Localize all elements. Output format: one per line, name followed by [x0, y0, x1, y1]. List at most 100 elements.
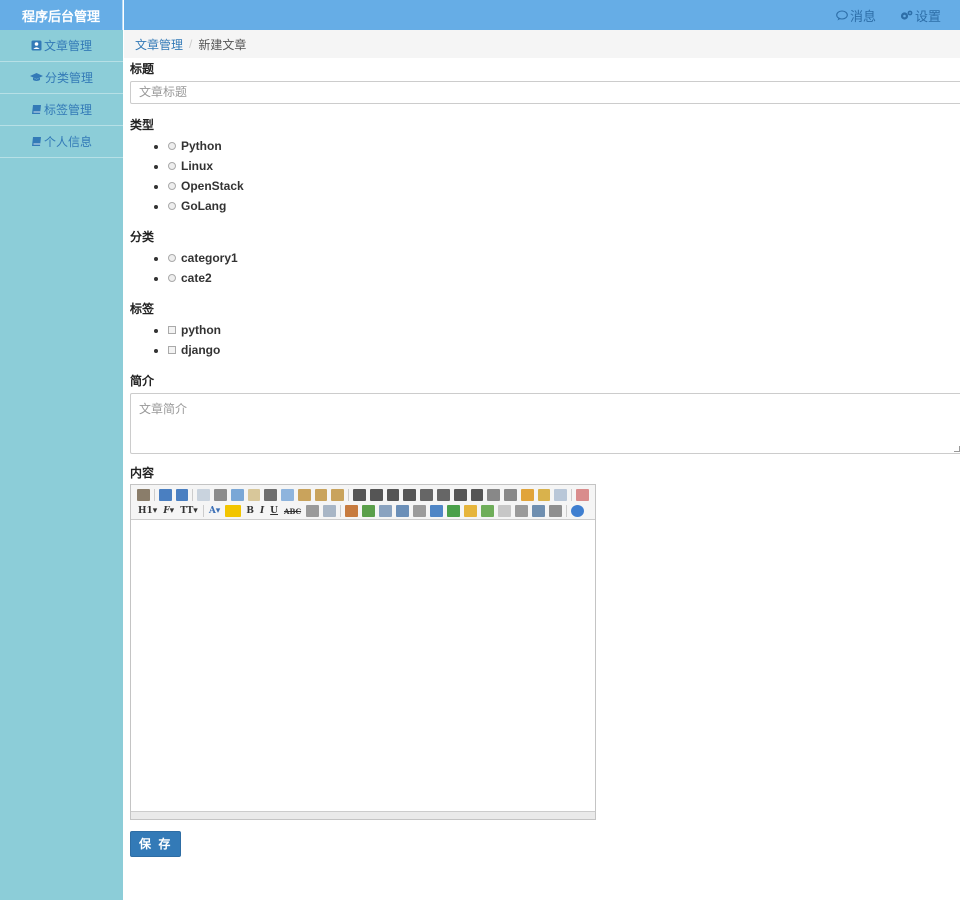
emoticon-icon[interactable] — [464, 505, 478, 517]
print-icon[interactable] — [214, 489, 227, 501]
category-radio[interactable] — [168, 253, 176, 262]
sidebar-item-label: 分类管理 — [44, 71, 93, 85]
undo-icon[interactable] — [158, 489, 172, 501]
help-icon[interactable] — [571, 505, 585, 517]
summary-textarea[interactable]: 文章简介 — [130, 393, 960, 454]
article-form: 标题 文章标题 类型 Python Linux OpenStack GoLang… — [130, 58, 960, 857]
editor-content-area[interactable] — [131, 520, 595, 812]
breadcrumb: 文章管理 / 新建文章 — [124, 30, 960, 58]
align-left-icon[interactable] — [353, 489, 366, 501]
horizontal-rule-icon[interactable] — [447, 505, 461, 517]
messages-link[interactable]: 消息 — [836, 0, 876, 30]
bold-icon[interactable]: B — [246, 506, 254, 516]
summary-label: 简介 — [130, 374, 155, 388]
save-button[interactable]: 保 存 — [130, 831, 182, 857]
option-label: django — [181, 343, 221, 357]
sidebar-item-label: 标签管理 — [43, 103, 92, 117]
list-item: Python — [168, 136, 960, 156]
flash-icon[interactable] — [362, 505, 376, 517]
underline-icon[interactable]: U — [270, 506, 278, 516]
type-radio[interactable] — [168, 201, 176, 210]
sidebar-item-articles[interactable]: 文章管理 — [0, 30, 123, 62]
unlink-icon[interactable] — [549, 505, 563, 517]
indent-icon[interactable] — [453, 489, 467, 501]
type-radio[interactable] — [168, 161, 176, 170]
image-icon[interactable] — [345, 505, 359, 517]
align-justify-icon[interactable] — [403, 489, 417, 501]
type-radio[interactable] — [168, 141, 176, 150]
strikethrough-icon[interactable]: ABC — [284, 507, 301, 516]
line-height-icon[interactable] — [306, 505, 320, 517]
resize-handle[interactable] — [954, 446, 960, 452]
preview-icon[interactable] — [197, 489, 211, 501]
align-center-icon[interactable] — [369, 489, 383, 501]
settings-link[interactable]: 设置 — [900, 0, 941, 30]
breadcrumb-current: 新建文章 — [198, 37, 247, 52]
cut-icon[interactable] — [264, 489, 278, 501]
eraser-icon[interactable] — [323, 505, 337, 517]
messages-label: 消息 — [850, 8, 877, 24]
sidebar-item-label: 文章管理 — [43, 39, 92, 53]
fullscreen-icon[interactable] — [576, 489, 589, 501]
italic-icon[interactable]: I — [260, 506, 264, 516]
subscript-icon[interactable] — [487, 489, 501, 501]
superscript-icon[interactable] — [504, 489, 517, 501]
map-icon[interactable] — [481, 505, 495, 517]
top-navbar: 消息 设置 — [124, 0, 960, 30]
toolbar-separator — [340, 505, 342, 517]
toolbar-separator — [571, 489, 573, 501]
heading-dropdown[interactable]: H1▾ — [138, 506, 157, 516]
paste-icon[interactable] — [297, 489, 311, 501]
font-family-dropdown[interactable]: F▾ — [163, 506, 174, 516]
comment-icon — [836, 9, 848, 20]
attachment-icon[interactable] — [413, 505, 427, 517]
source-icon[interactable] — [137, 489, 150, 501]
outdent-icon[interactable] — [470, 489, 484, 501]
sidebar-item-profile[interactable]: 个人信息 — [0, 126, 123, 158]
link-icon[interactable] — [532, 505, 546, 517]
tag-checkbox[interactable] — [168, 325, 176, 334]
file-icon[interactable] — [396, 505, 410, 517]
sidebar-item-categories[interactable]: 分类管理 — [0, 62, 123, 94]
unordered-list-icon[interactable] — [436, 489, 450, 501]
template-icon[interactable] — [230, 489, 244, 501]
redo-icon[interactable] — [175, 489, 189, 501]
toolbar-separator — [192, 489, 194, 501]
type-options: Python Linux OpenStack GoLang — [130, 136, 960, 216]
copy-icon[interactable] — [281, 489, 294, 501]
list-item: django — [168, 340, 960, 360]
option-label: GoLang — [181, 199, 227, 213]
paste-word-icon[interactable] — [331, 489, 345, 501]
brand-title: 程序后台管理 — [0, 0, 123, 30]
category-label: 分类 — [130, 230, 155, 244]
list-item: cate2 — [168, 268, 960, 288]
category-radio[interactable] — [168, 273, 176, 282]
type-radio[interactable] — [168, 181, 176, 190]
paste-text-icon[interactable] — [314, 489, 328, 501]
ordered-list-icon[interactable] — [420, 489, 433, 501]
anchor-icon[interactable] — [515, 505, 529, 517]
breadcrumb-separator: / — [189, 37, 193, 51]
graduation-cap-icon — [29, 73, 43, 81]
user-square-icon — [31, 40, 42, 51]
list-item: GoLang — [168, 196, 960, 216]
table-icon[interactable] — [430, 505, 444, 517]
align-right-icon[interactable] — [386, 489, 400, 501]
page-break-icon[interactable] — [498, 505, 512, 517]
list-item: category1 — [168, 248, 960, 268]
font-size-dropdown[interactable]: TT▾ — [180, 506, 198, 516]
sidebar-item-tags[interactable]: 标签管理 — [0, 94, 123, 126]
toolbar-separator — [348, 489, 350, 501]
tag-checkbox[interactable] — [168, 345, 176, 354]
select-all-icon[interactable] — [537, 489, 551, 501]
toolbar-row-2: H1▾ F▾ TT▾ A▾ B I U ABC — [135, 503, 591, 519]
cursor-icon[interactable] — [554, 489, 568, 501]
code-icon[interactable] — [247, 489, 261, 501]
breadcrumb-parent-link[interactable]: 文章管理 — [135, 36, 183, 53]
highlight-color-icon[interactable] — [225, 505, 242, 517]
font-color-icon[interactable]: A▾ — [209, 506, 221, 516]
toolbar-separator — [153, 489, 155, 501]
media-icon[interactable] — [379, 505, 393, 517]
title-input[interactable]: 文章标题 — [130, 81, 960, 104]
clear-format-icon[interactable] — [520, 489, 534, 501]
